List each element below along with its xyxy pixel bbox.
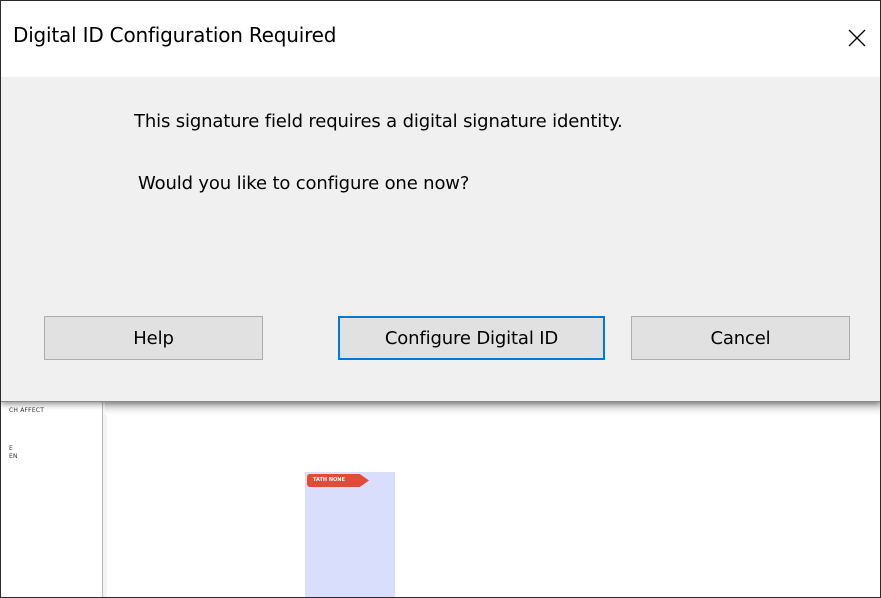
left-panel-text: E: [9, 445, 13, 452]
dialog-titlebar: Digital ID Configuration Required: [1, 1, 880, 77]
digital-id-dialog: Digital ID Configuration Required This s…: [1, 1, 880, 402]
dialog-title: Digital ID Configuration Required: [13, 23, 337, 47]
configure-digital-id-button[interactable]: Configure Digital ID: [338, 316, 605, 360]
field-tag: TATH NONE: [307, 474, 369, 487]
page-shadow: [105, 401, 880, 415]
close-button[interactable]: [834, 15, 880, 61]
left-side-panel: CH AFFECT E EN: [1, 401, 104, 597]
help-button[interactable]: Help: [44, 316, 263, 360]
highlighted-form-field[interactable]: [305, 472, 395, 597]
left-panel-text: EN: [9, 453, 18, 460]
dialog-message: This signature field requires a digital …: [134, 111, 623, 132]
screen: CH AFFECT E EN TATH NONE Digital ID Conf…: [0, 0, 881, 598]
cancel-button[interactable]: Cancel: [631, 316, 850, 360]
left-panel-text: CH AFFECT: [9, 407, 45, 414]
panel-splitter[interactable]: [102, 401, 107, 597]
close-x-icon: [848, 29, 866, 47]
dialog-question: Would you like to configure one now?: [138, 173, 470, 194]
